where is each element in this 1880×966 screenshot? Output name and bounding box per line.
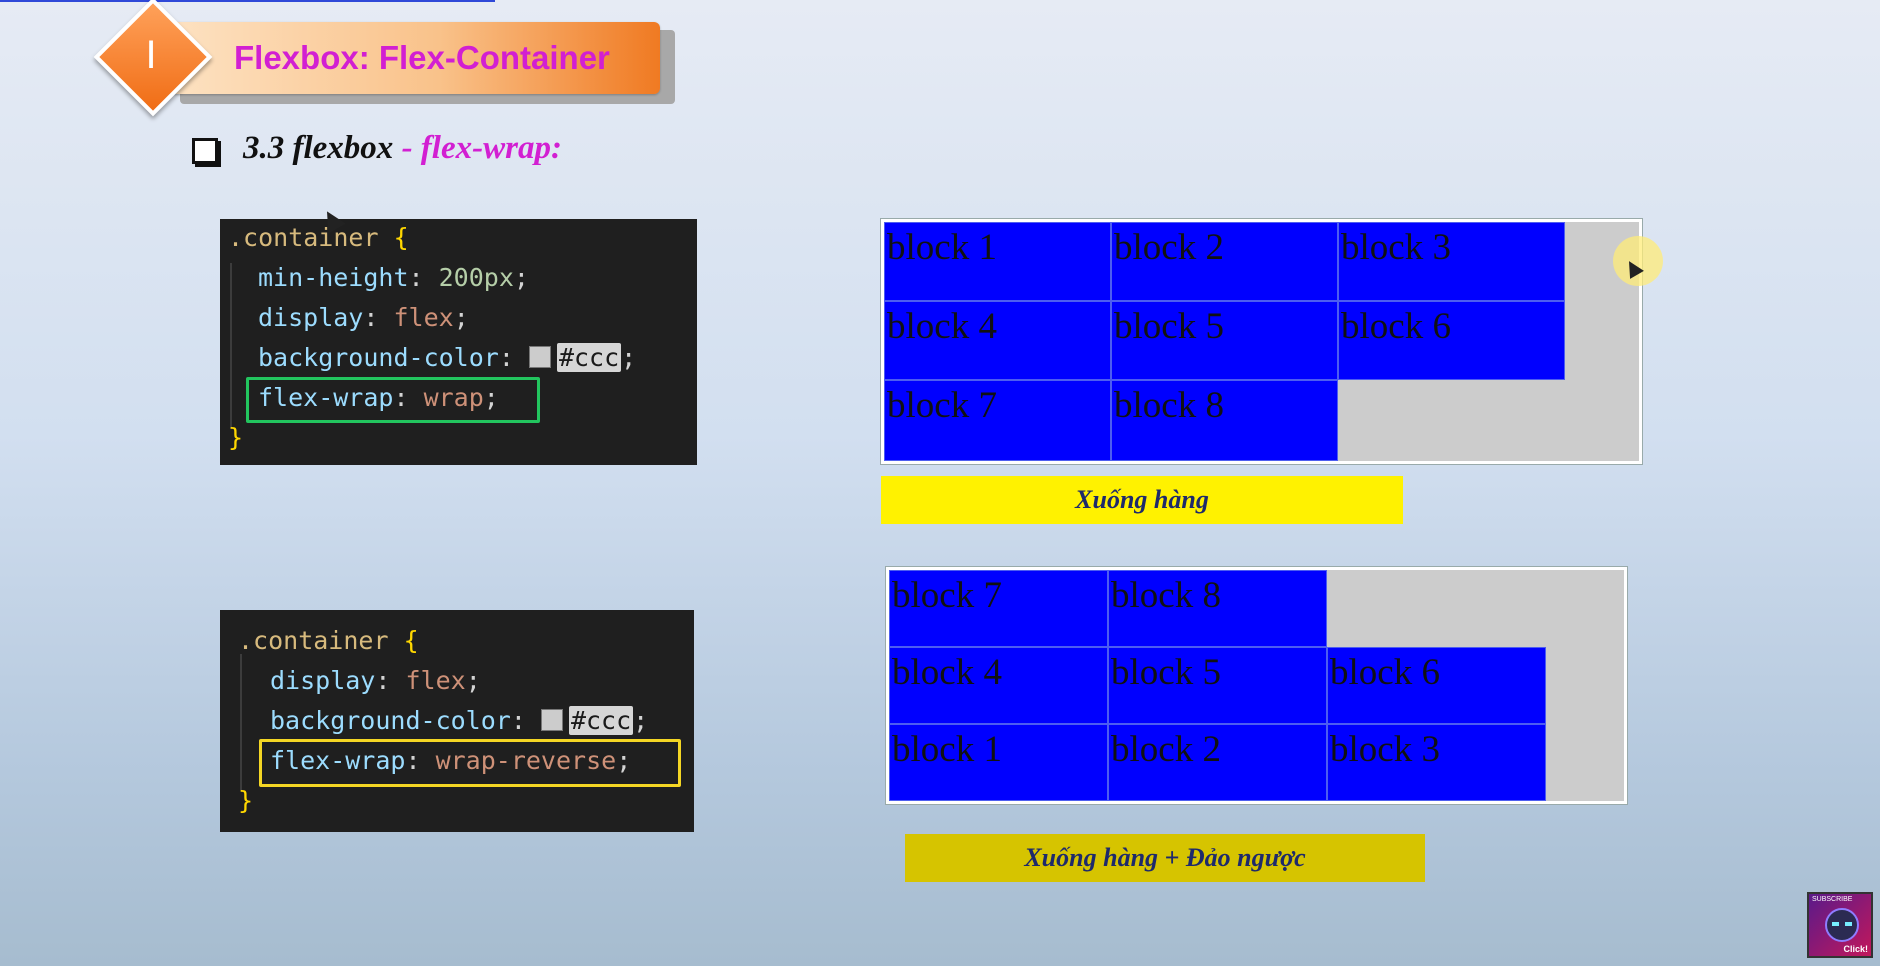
indent-guide <box>240 654 242 790</box>
flex-block: block 8 <box>1111 380 1338 461</box>
avatar-icon <box>1825 908 1859 942</box>
flex-block: block 4 <box>884 301 1111 380</box>
flex-block: block 1 <box>889 724 1108 801</box>
flex-block: block 3 <box>1327 724 1546 801</box>
color-swatch <box>528 346 551 368</box>
code-line: background-color: #ccc; <box>258 343 637 372</box>
flex-block: block 5 <box>1108 647 1327 724</box>
highlight-box-yellow <box>259 739 681 787</box>
code-line: display: flex; <box>258 303 469 332</box>
flex-block: block 7 <box>884 380 1111 461</box>
code-panel-wrap-reverse: .container { display: flex; background-c… <box>220 610 694 832</box>
section-subtitle: 3.3 flexbox - flex-wrap: <box>243 130 562 167</box>
section-badge-number: I <box>145 33 157 77</box>
indent-guide <box>230 263 232 429</box>
highlight-box-green <box>246 377 540 423</box>
flex-block: block 6 <box>1327 647 1546 724</box>
subtitle-number: 3.3 flexbox <box>243 130 394 166</box>
caption-wrap: Xuống hàng <box>881 476 1403 524</box>
subtitle-property: - flex-wrap: <box>393 130 562 166</box>
page-title: Flexbox: Flex-Container <box>234 39 610 76</box>
code-panel-wrap: .container { min-height: 200px; display:… <box>220 219 697 465</box>
flex-block: block 2 <box>1111 222 1338 301</box>
subscribe-thumbnail[interactable]: SUBSCRIBE Click! <box>1807 892 1873 958</box>
bullet-square-icon <box>192 138 218 164</box>
flex-block: block 2 <box>1108 724 1327 801</box>
click-label: Click! <box>1843 944 1868 954</box>
flex-block: block 6 <box>1338 301 1565 380</box>
code-line: } <box>228 423 244 452</box>
flex-wrap-demo-container: block 1 block 2 block 3 block 4 block 5 … <box>881 219 1642 464</box>
flex-block: block 7 <box>889 570 1108 647</box>
header-banner: Flexbox: Flex-Container <box>170 22 660 94</box>
color-swatch <box>540 709 563 731</box>
code-line: min-height: 200px; <box>258 263 529 292</box>
code-line: .container { <box>238 626 419 655</box>
code-line: display: flex; <box>270 666 481 695</box>
flex-block: block 3 <box>1338 222 1565 301</box>
flex-block: block 1 <box>884 222 1111 301</box>
code-line: background-color: #ccc; <box>270 706 649 735</box>
subscribe-label: SUBSCRIBE <box>1812 896 1853 903</box>
caption-wrap-reverse: Xuống hàng + Đảo ngược <box>905 834 1425 882</box>
flex-block: block 8 <box>1108 570 1327 647</box>
top-accent-line <box>0 0 495 2</box>
code-line: } <box>238 786 254 815</box>
flex-block: block 5 <box>1111 301 1338 380</box>
flex-block: block 4 <box>889 647 1108 724</box>
flex-wrap-reverse-demo-container: block 1 block 2 block 3 block 4 block 5 … <box>886 567 1627 804</box>
code-line: .container { <box>228 223 409 252</box>
